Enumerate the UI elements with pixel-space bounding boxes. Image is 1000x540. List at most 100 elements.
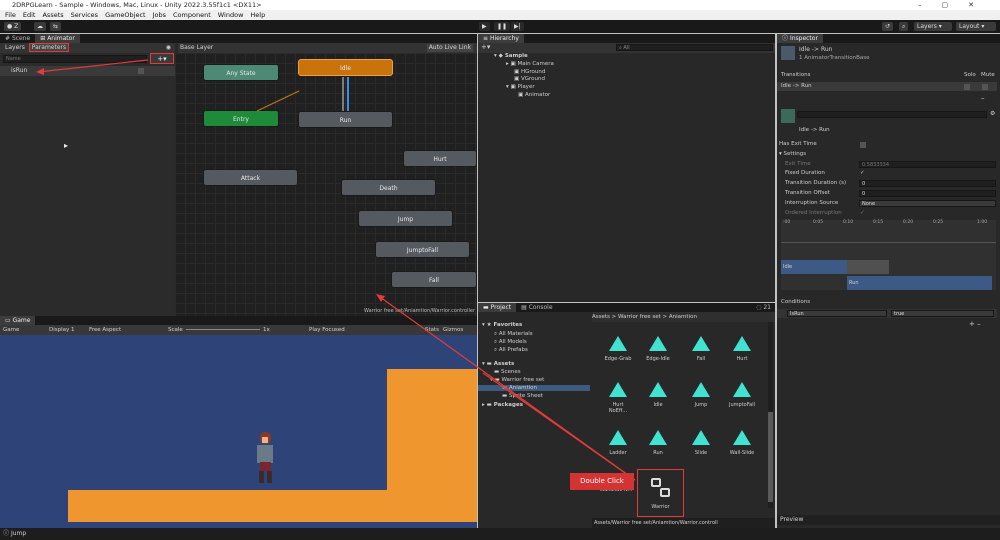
fixed-duration-checkbox[interactable]: ✓ (860, 169, 865, 178)
fixed-duration-row[interactable]: Fixed Duration ✓ (777, 169, 997, 178)
game-viewport[interactable] (0, 335, 477, 528)
favorite-item[interactable]: ⌕ All Models (494, 339, 527, 346)
hierarchy-search-input[interactable]: ⌕ All (616, 44, 773, 51)
history-button[interactable]: ↺ (882, 22, 894, 31)
add-parameter-button[interactable]: +▾ (150, 53, 174, 64)
transition-name-field[interactable] (797, 111, 987, 118)
search-button[interactable]: ⌕ (899, 22, 909, 31)
settings-foldout[interactable]: ▾ Settings (777, 150, 997, 159)
layers-dropdown[interactable]: Layers ▾ (914, 22, 952, 31)
mute-checkbox[interactable] (982, 84, 988, 90)
menu-help[interactable]: Help (250, 11, 265, 19)
menu-window[interactable]: Window (218, 11, 244, 19)
menu-assets[interactable]: Assets (42, 11, 63, 19)
tab-hierarchy[interactable]: ≡ Hierarchy (478, 34, 524, 43)
preview-header[interactable]: Preview (777, 515, 1000, 525)
folder-item[interactable]: ▾ ▬ Warrior free set (490, 377, 544, 383)
gizmos-button[interactable]: Gizmos (443, 325, 463, 335)
solo-checkbox[interactable] (964, 84, 970, 90)
game-mode-dropdown[interactable]: Game (3, 325, 19, 335)
favorite-item[interactable]: ⌕ All Materials (494, 331, 533, 338)
tab-parameters[interactable]: Parameters (28, 43, 70, 52)
asset-tile[interactable]: Hurt NoEff... (603, 382, 633, 414)
asset-tile[interactable]: Jump (686, 382, 716, 408)
project-breadcrumb[interactable]: Assets > Warrior free set > Aniamtion (592, 312, 775, 322)
add-condition-button[interactable]: + – (969, 320, 981, 328)
menu-jobs[interactable]: Jobs (153, 11, 166, 19)
menu-component[interactable]: Component (173, 11, 211, 19)
tab-inspector[interactable]: ⓘ Inspector (777, 34, 823, 43)
interruption-source-dropdown[interactable]: None (859, 200, 996, 207)
transition-duration-row[interactable]: Transition Duration (s) 0 (777, 179, 997, 188)
asset-tile[interactable]: JumptoFall (727, 382, 757, 408)
favorite-item[interactable]: ⌕ All Prefabs (494, 347, 528, 354)
asset-tile[interactable]: Edge-Idle (643, 336, 673, 362)
menu-file[interactable]: File (5, 11, 16, 19)
layout-dropdown[interactable]: Layout ▾ (956, 22, 996, 31)
transition-offset-field[interactable]: 0 (859, 190, 996, 197)
asset-tile[interactable]: Wall-Slide (727, 430, 757, 456)
tab-console[interactable]: ▤ Console (516, 303, 557, 312)
asset-tile[interactable]: Run (643, 430, 673, 456)
asset-tile[interactable]: Ladder (603, 430, 633, 456)
menu-gameobject[interactable]: GameObject (105, 11, 146, 19)
state-machine-graph[interactable]: Any State Idle Entry Run Hurt Attack Dea… (175, 53, 477, 316)
hierarchy-item[interactable]: ▣ Animator (518, 92, 550, 98)
hierarchy-item[interactable]: ▾ ▣ Player (506, 84, 535, 90)
condition-value-dropdown[interactable]: true (891, 310, 994, 317)
asset-tile[interactable]: Fall (686, 336, 716, 362)
pause-button[interactable]: ❚❚ (494, 22, 511, 31)
play-focused-dropdown[interactable]: Play Focused (309, 325, 345, 335)
tab-layers[interactable]: Layers (5, 44, 25, 51)
timeline-blend-region[interactable] (847, 260, 889, 274)
folder-item[interactable]: ▬ Scenes (494, 369, 521, 375)
aspect-dropdown[interactable]: Free Aspect (89, 325, 121, 335)
asset-tile[interactable]: Edge-Grab (603, 336, 633, 362)
hierarchy-add-button[interactable]: +▾ (481, 43, 490, 51)
auto-live-link-button[interactable]: Auto Live Link (426, 44, 473, 52)
condition-row[interactable]: IsRun true (777, 309, 997, 318)
minimize-button[interactable]: – (918, 1, 942, 9)
packages-node[interactable]: ▸ ▬ Packages (482, 402, 523, 408)
scale-slider[interactable] (186, 329, 260, 330)
base-layer-label[interactable]: Base Layer (180, 44, 213, 51)
transition-offset-row[interactable]: Transition Offset 0 (777, 189, 997, 198)
parameter-checkbox[interactable] (138, 68, 144, 74)
folder-item-selected[interactable]: ▬ Aniamtion (478, 385, 590, 391)
asset-grid-scrollbar[interactable] (768, 322, 773, 508)
transition-timeline[interactable]: :00 0:05 0:10 0:15 0:20 0:25 1:00 Idle Run (781, 220, 996, 290)
has-exit-time-checkbox[interactable] (860, 142, 866, 148)
close-button[interactable]: ✕ (968, 1, 994, 9)
scene-root[interactable]: ▾ ◆ Sample (494, 53, 528, 59)
transition-duration-field[interactable]: 0 (859, 180, 996, 187)
has-exit-time-row[interactable]: Has Exit Time (777, 140, 997, 149)
tab-scene[interactable]: # Scene (0, 34, 35, 43)
hierarchy-item[interactable]: ▸ ▣ Main Camera (506, 61, 554, 67)
condition-parameter-dropdown[interactable]: IsRun (787, 310, 887, 317)
tab-game[interactable]: ▭ Game (0, 316, 36, 325)
asset-tile[interactable]: Hurt (727, 336, 757, 362)
asset-tile[interactable]: Idle (643, 382, 673, 408)
assets-node[interactable]: ▾ ▬ Assets (482, 361, 514, 367)
menu-services[interactable]: Services (71, 11, 98, 19)
parameter-name[interactable]: isRun (11, 67, 27, 74)
remove-transition-button[interactable]: – (981, 94, 985, 102)
stats-button[interactable]: Stats (425, 325, 439, 335)
cloud-button[interactable]: ☁ (34, 22, 46, 31)
settings-gear-icon[interactable]: ⚙ (990, 110, 995, 117)
maximize-button[interactable]: ▢ (942, 1, 969, 9)
play-button[interactable]: ▶ (479, 22, 490, 31)
tab-project[interactable]: ▬ Project (478, 303, 517, 312)
asset-tile[interactable]: Slide (686, 430, 716, 456)
menu-edit[interactable]: Edit (23, 11, 36, 19)
step-button[interactable]: ▶| (511, 22, 524, 31)
parameter-search-input[interactable]: Name (3, 55, 147, 63)
parameter-row[interactable]: isRun (0, 66, 175, 76)
favorites-node[interactable]: ▾ ★ Favorites (482, 322, 522, 328)
tab-animator[interactable]: ⊞ Animator (35, 34, 80, 43)
transition-list-item[interactable]: Idle -> Run (777, 82, 997, 91)
account-button[interactable]: ● Z (4, 22, 22, 31)
hierarchy-item[interactable]: ▣ HGround (514, 69, 545, 75)
warrior-controller-asset[interactable]: Warrior (637, 469, 684, 517)
interruption-source-row[interactable]: Interruption Source None (777, 199, 997, 208)
